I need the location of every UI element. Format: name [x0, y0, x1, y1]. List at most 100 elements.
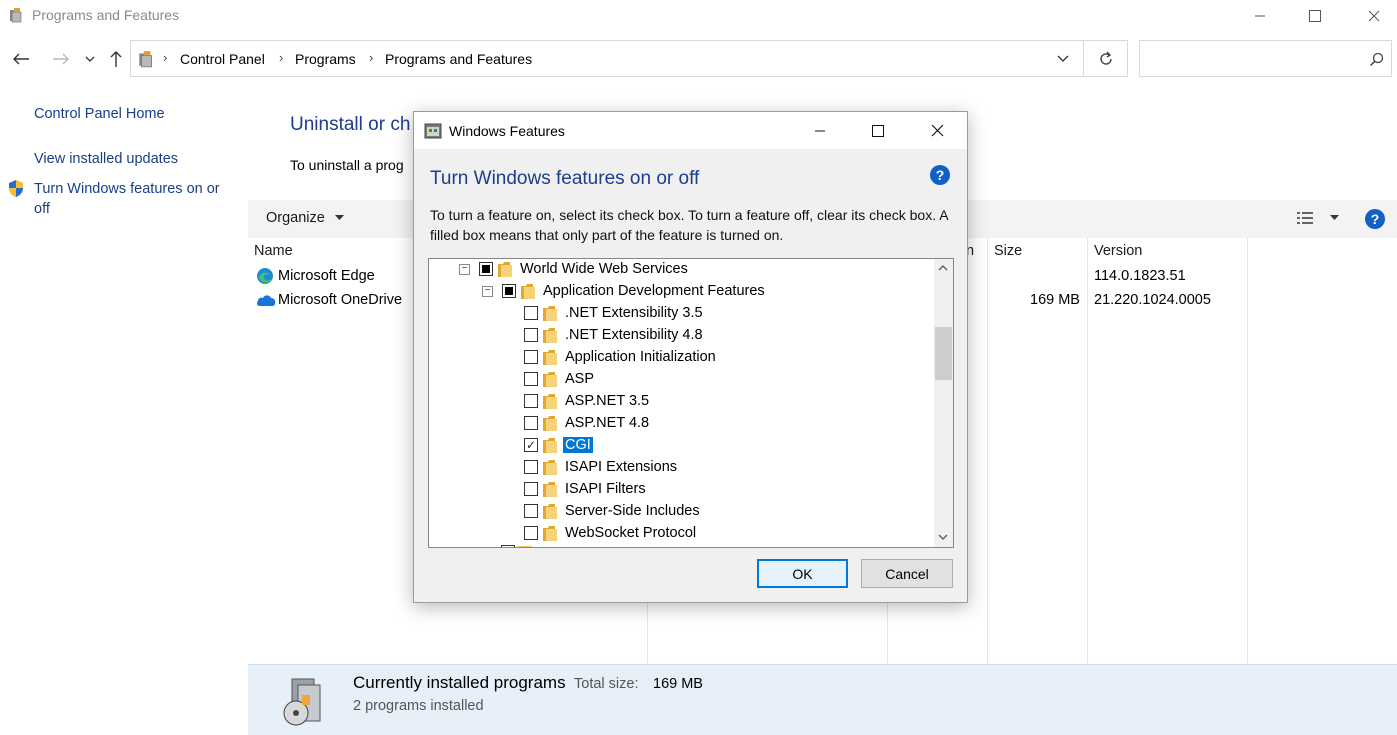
feature-checkbox[interactable] [524, 482, 538, 496]
folder-icon [543, 306, 557, 321]
collapse-toggle-icon[interactable]: − [459, 264, 470, 275]
feature-row[interactable]: − World Wide Web Services [429, 259, 935, 281]
edge-icon [257, 268, 273, 284]
folder-icon [543, 438, 557, 453]
feature-checkbox[interactable] [502, 284, 516, 298]
scroll-up-icon[interactable] [938, 264, 948, 271]
window-titlebar: Programs and Features [0, 0, 1397, 32]
collapse-toggle-icon[interactable]: − [482, 286, 493, 297]
ok-button[interactable]: OK [757, 559, 848, 588]
feature-row[interactable]: − Application Development Features [429, 281, 935, 303]
feature-checkbox[interactable] [524, 328, 538, 342]
up-button[interactable] [105, 48, 127, 70]
search-input[interactable] [1139, 40, 1392, 77]
dialog-minimize-button[interactable] [797, 112, 843, 149]
breadcrumb-programs-and-features[interactable]: Programs and Features [385, 51, 532, 67]
feature-checkbox[interactable] [524, 460, 538, 474]
column-header-name[interactable]: Name [254, 243, 293, 259]
features-link-line1: Turn Windows features on or [34, 181, 220, 197]
cancel-button[interactable]: Cancel [861, 559, 953, 588]
view-installed-updates-link[interactable]: View installed updates [34, 149, 178, 169]
forward-arrow-icon [53, 53, 69, 65]
feature-label: ASP.NET 4.8 [565, 415, 650, 431]
feature-checkbox[interactable] [524, 526, 538, 540]
column-header-version[interactable]: Version [1094, 243, 1142, 259]
feature-row[interactable]: WebSocket Protocol [429, 523, 935, 545]
feature-row[interactable]: ASP.NET 4.8 [429, 413, 935, 435]
control-panel-icon [10, 8, 22, 23]
feature-row[interactable]: ISAPI Filters [429, 479, 935, 501]
refresh-button[interactable] [1084, 40, 1128, 77]
view-options-icon[interactable] [1296, 211, 1314, 225]
organize-button[interactable]: Organize [266, 210, 344, 226]
status-bar: Currently installed programs Total size:… [248, 664, 1397, 735]
windows-features-dialog: Windows Features Turn Windows features o… [413, 111, 968, 603]
breadcrumb-programs[interactable]: Programs [295, 51, 356, 67]
help-icon[interactable]: ? [930, 165, 950, 185]
window-title: Programs and Features [32, 7, 180, 23]
page-description: To uninstall a prog [290, 157, 404, 173]
feature-checkbox[interactable] [524, 394, 538, 408]
folder-icon [543, 526, 557, 541]
back-button[interactable] [10, 48, 32, 70]
chevron-right-icon: › [163, 50, 168, 65]
breadcrumb-control-panel[interactable]: Control Panel [180, 51, 265, 67]
column-header-size[interactable]: Size [994, 243, 1022, 259]
folder-icon [543, 460, 557, 475]
chevron-right-icon: › [279, 50, 284, 65]
chevron-down-icon [85, 56, 95, 62]
feature-checkbox[interactable] [479, 262, 493, 276]
feature-checkbox[interactable] [524, 416, 538, 430]
feature-row[interactable]: ASP [429, 369, 935, 391]
maximize-button[interactable] [1292, 0, 1338, 32]
view-dropdown-icon[interactable] [1330, 215, 1339, 221]
recent-locations-button[interactable] [80, 48, 100, 70]
feature-checkbox[interactable] [524, 504, 538, 518]
feature-checkbox[interactable]: ✓ [524, 438, 538, 452]
folder-icon [543, 372, 557, 387]
feature-checkbox[interactable] [524, 372, 538, 386]
shield-icon [9, 180, 23, 197]
folder-icon [543, 416, 557, 431]
dialog-maximize-button[interactable] [855, 112, 901, 149]
page-title: Uninstall or ch [290, 114, 411, 135]
program-version: 21.220.1024.0005 [1094, 292, 1211, 308]
minimize-button[interactable] [1237, 0, 1283, 32]
feature-row[interactable]: ASP.NET 3.5 [429, 391, 935, 413]
scrollbar-thumb[interactable] [935, 327, 952, 380]
feature-row[interactable]: ISAPI Extensions [429, 457, 935, 479]
feature-row[interactable]: Application Initialization [429, 347, 935, 369]
close-button[interactable] [1351, 0, 1397, 32]
feature-row[interactable]: Server-Side Includes [429, 501, 935, 523]
dialog-close-button[interactable] [914, 112, 960, 149]
tree-scrollbar[interactable] [934, 259, 953, 547]
turn-windows-features-link[interactable]: Turn Windows features on or off [34, 179, 220, 219]
refresh-icon [1099, 51, 1112, 65]
scroll-down-icon[interactable] [938, 534, 948, 541]
minimize-icon [1255, 15, 1265, 17]
svg-text:?: ? [1371, 211, 1380, 227]
close-icon [1368, 10, 1380, 22]
feature-checkbox[interactable] [524, 306, 538, 320]
features-tree[interactable]: − World Wide Web Services − Application Dev… [428, 258, 954, 548]
address-bar[interactable]: › Control Panel › Programs › Programs an… [130, 40, 1084, 77]
control-panel-icon [139, 51, 152, 68]
feature-label: ASP.NET 3.5 [565, 393, 650, 409]
close-icon [931, 124, 943, 137]
maximize-icon [1309, 10, 1321, 22]
feature-checkbox[interactable] [524, 350, 538, 364]
control-panel-home-link[interactable]: Control Panel Home [34, 104, 165, 124]
feature-row[interactable]: ✓ CGI [429, 435, 935, 457]
feature-row[interactable]: .NET Extensibility 4.8 [429, 325, 935, 347]
folder-icon [543, 328, 557, 343]
search-icon [1369, 52, 1384, 67]
forward-button[interactable] [50, 48, 72, 70]
dialog-title: Windows Features [449, 123, 565, 139]
feature-row[interactable]: .NET Extensibility 3.5 [429, 303, 935, 325]
address-dropdown-icon[interactable] [1057, 55, 1069, 63]
help-icon[interactable]: ? [1365, 209, 1385, 229]
folder-icon [543, 394, 557, 409]
total-size-value: 169 MB [653, 676, 703, 692]
total-size-label: Total size: [574, 676, 639, 692]
folder-icon [521, 284, 535, 299]
